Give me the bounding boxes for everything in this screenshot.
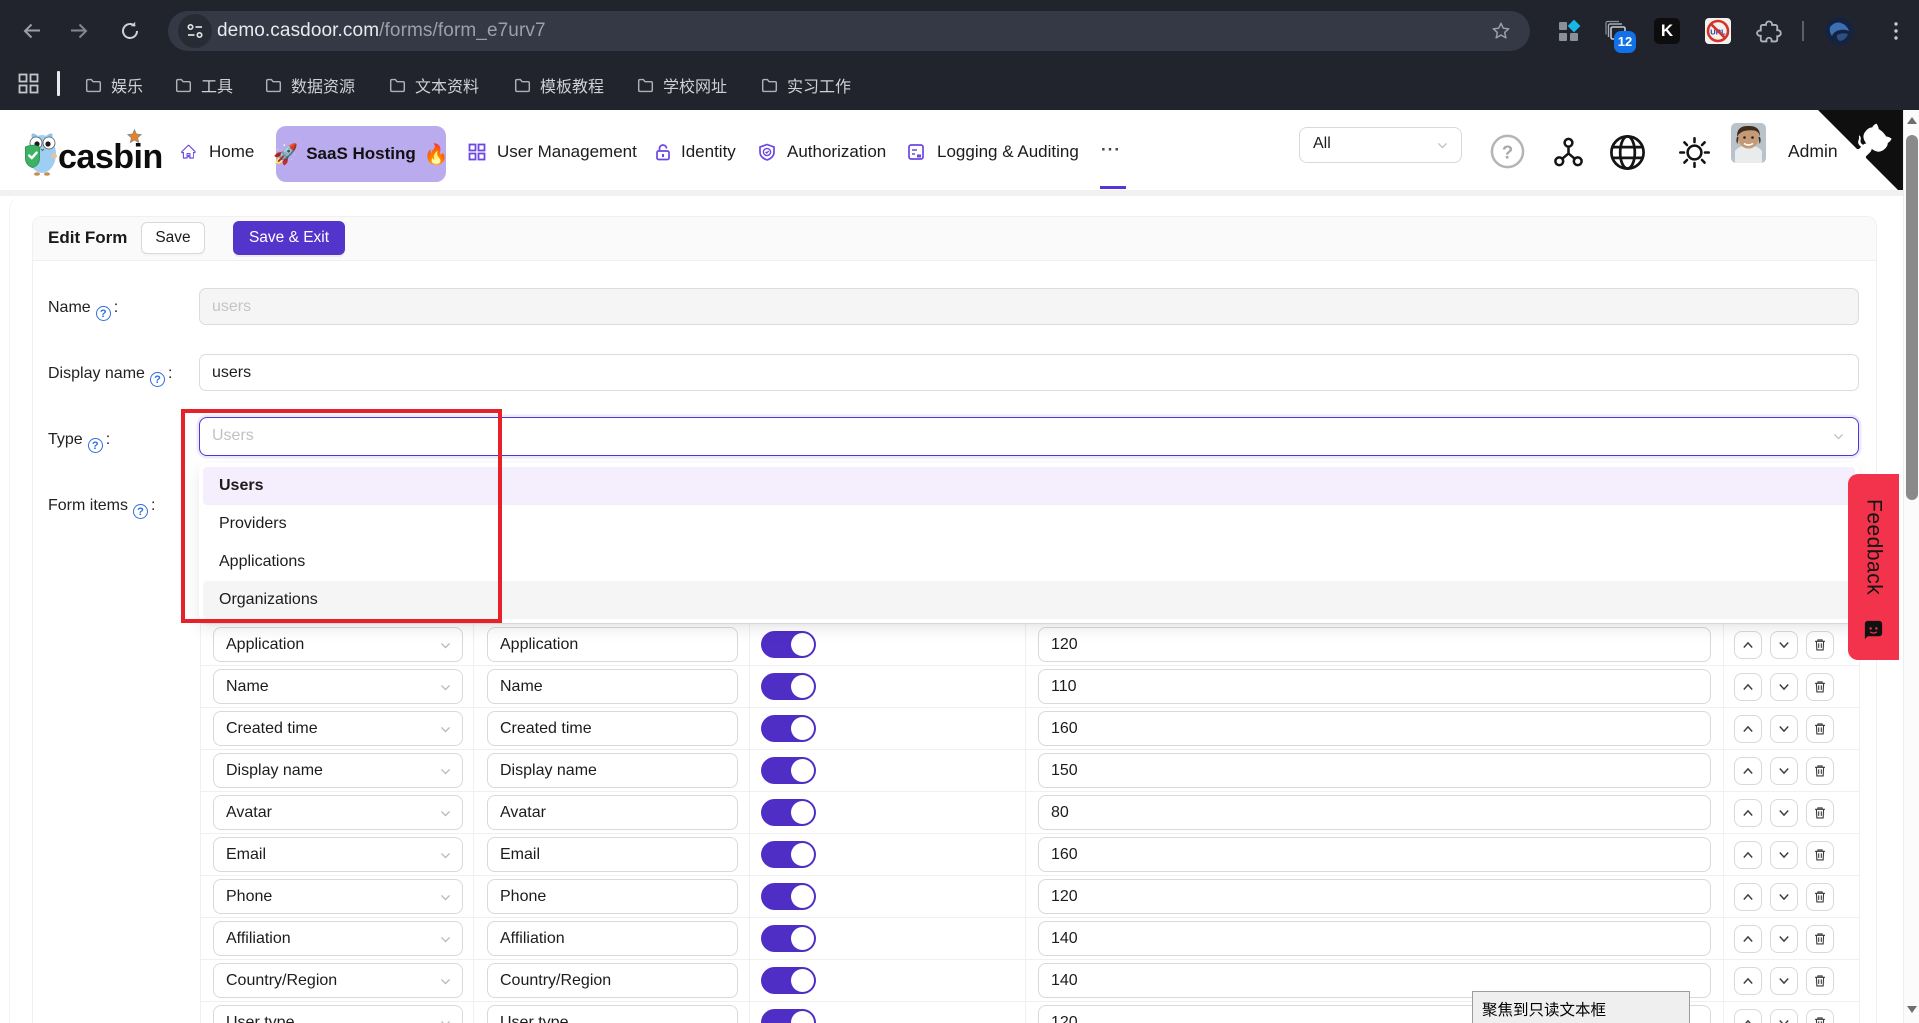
svg-text:?: ? bbox=[1502, 141, 1513, 162]
